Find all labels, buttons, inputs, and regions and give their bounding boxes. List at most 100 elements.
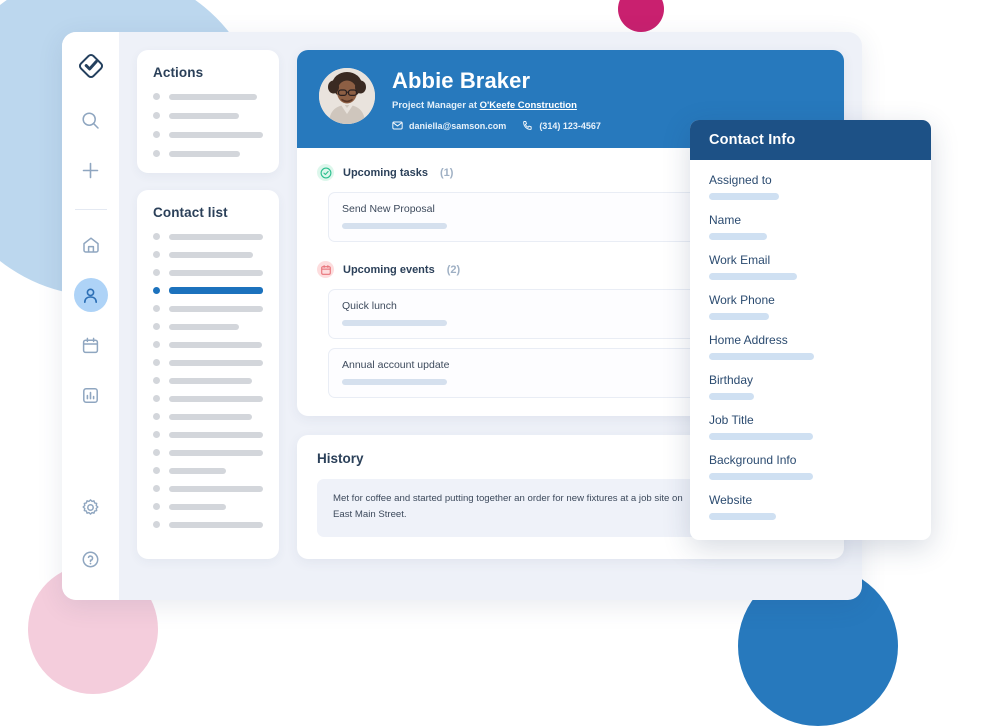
row-placeholder-bar: [169, 485, 263, 492]
actions-row[interactable]: [153, 112, 263, 119]
check-circle-icon: [317, 164, 334, 181]
row-bullet: [153, 377, 160, 384]
contact-info-field[interactable]: Website: [709, 493, 912, 520]
contact-list-row[interactable]: [153, 269, 263, 276]
contact-list-row[interactable]: [153, 323, 263, 330]
contact-list-row[interactable]: [153, 467, 263, 474]
question-circle-icon[interactable]: [74, 542, 108, 576]
actions-row[interactable]: [153, 150, 263, 157]
phone-icon: [522, 120, 533, 131]
contact-info-field-value-bar: [709, 313, 769, 320]
row-placeholder-bar: [169, 251, 253, 258]
contact-info-field-label: Website: [709, 493, 753, 507]
sidebar-divider: [74, 209, 107, 210]
contact-info-field[interactable]: Name: [709, 213, 912, 240]
contact-list-row-selected[interactable]: [153, 287, 263, 294]
contact-name: Abbie Braker: [392, 68, 531, 93]
row-placeholder-bar: [169, 377, 252, 384]
person-icon: [81, 286, 100, 305]
contact-info-field[interactable]: Assigned to: [709, 173, 912, 200]
contact-role: Project Manager at O'Keefe Construction: [392, 100, 601, 111]
row-bullet: [153, 485, 160, 492]
upcoming-tasks-title: Upcoming tasks: [343, 166, 428, 179]
row-bullet: [153, 269, 160, 276]
contact-email-text: daniella@samson.com: [409, 120, 507, 131]
background-dot-magenta: [618, 0, 664, 32]
row-bullet: [153, 431, 160, 438]
row-placeholder-bar: [169, 431, 263, 438]
contact-info-field[interactable]: Work Phone: [709, 293, 912, 320]
bar-chart-icon[interactable]: [74, 378, 108, 412]
row-bullet: [153, 503, 160, 510]
actions-row-list: [153, 93, 263, 157]
contact-list-row[interactable]: [153, 377, 263, 384]
row-bullet: [153, 150, 160, 157]
contact-info-field[interactable]: Home Address: [709, 333, 912, 360]
row-placeholder-bar: [169, 287, 263, 294]
contact-info-field[interactable]: Background Info: [709, 453, 912, 480]
row-bullet: [153, 395, 160, 402]
actions-row[interactable]: [153, 131, 263, 138]
contact-phone[interactable]: (314) 123-4567: [522, 120, 601, 131]
row-placeholder-bar: [169, 131, 263, 138]
sidebar-bottom-group: [62, 490, 119, 576]
contact-list-row[interactable]: [153, 233, 263, 240]
contact-list-row[interactable]: [153, 413, 263, 420]
contact-info-field-label: Home Address: [709, 333, 788, 347]
contact-info-field-value-bar: [709, 233, 767, 240]
contact-list-row[interactable]: [153, 521, 263, 528]
contact-info-field[interactable]: Birthday: [709, 373, 912, 400]
contact-list-row[interactable]: [153, 395, 263, 402]
row-placeholder-bar: [169, 413, 252, 420]
calendar-icon[interactable]: [74, 328, 108, 362]
plus-icon[interactable]: [74, 153, 108, 187]
row-bullet: [153, 449, 160, 456]
contact-meta: daniella@samson.com (314) 123-4567: [392, 120, 601, 131]
actions-row[interactable]: [153, 93, 263, 100]
sidebar: [62, 32, 119, 600]
upcoming-tasks-count: (1): [439, 166, 454, 179]
contact-list-row[interactable]: [153, 341, 263, 348]
contact-info-field-value-bar: [709, 433, 813, 440]
contact-list-row[interactable]: [153, 251, 263, 258]
contact-role-prefix: Project Manager at: [392, 100, 480, 111]
event-item-placeholder-bar: [342, 379, 447, 385]
contact-list-row-list: [153, 233, 263, 528]
contact-list-panel-title: Contact list: [153, 205, 228, 220]
gear-icon[interactable]: [74, 490, 108, 524]
contact-info-field-list: Assigned to Name Work Email Work Phone Home …: [690, 160, 931, 540]
contact-list-row[interactable]: [153, 485, 263, 492]
contact-list-row[interactable]: [153, 359, 263, 366]
contact-info-panel: Contact Info Assigned to Name Work Email Wo…: [690, 120, 931, 540]
upcoming-events-count: (2): [446, 263, 461, 276]
search-icon[interactable]: [74, 103, 108, 137]
contact-email[interactable]: daniella@samson.com: [392, 120, 506, 131]
contact-company-link[interactable]: O'Keefe Construction: [480, 100, 577, 111]
row-bullet: [153, 323, 160, 330]
contact-list-row[interactable]: [153, 305, 263, 312]
row-placeholder-bar: [169, 467, 226, 474]
envelope-icon: [392, 120, 403, 131]
row-bullet: [153, 112, 160, 119]
sidebar-item-contacts[interactable]: [73, 278, 108, 312]
home-icon[interactable]: [74, 228, 108, 262]
row-placeholder-bar: [169, 269, 263, 276]
row-placeholder-bar: [169, 323, 239, 330]
contact-info-field-label: Birthday: [709, 373, 754, 387]
contact-info-title: Contact Info: [709, 132, 796, 148]
contact-list-row[interactable]: [153, 503, 263, 510]
check-diamond-logo[interactable]: [74, 49, 108, 83]
contact-info-field[interactable]: Job Title: [709, 413, 912, 440]
row-placeholder-bar: [169, 503, 226, 510]
task-item-placeholder-bar: [342, 223, 447, 229]
row-placeholder-bar: [169, 521, 263, 528]
contact-info-field[interactable]: Work Email: [709, 253, 912, 280]
contact-header-text: Abbie Braker Project Manager at O'Keefe …: [392, 68, 601, 131]
contact-list-row[interactable]: [153, 431, 263, 438]
contact-info-field-label: Job Title: [709, 413, 754, 427]
contact-list-row[interactable]: [153, 449, 263, 456]
contact-phone-text: (314) 123-4567: [539, 120, 601, 131]
contact-info-field-label: Assigned to: [709, 173, 772, 187]
row-bullet: [153, 341, 160, 348]
contact-info-field-value-bar: [709, 353, 814, 360]
